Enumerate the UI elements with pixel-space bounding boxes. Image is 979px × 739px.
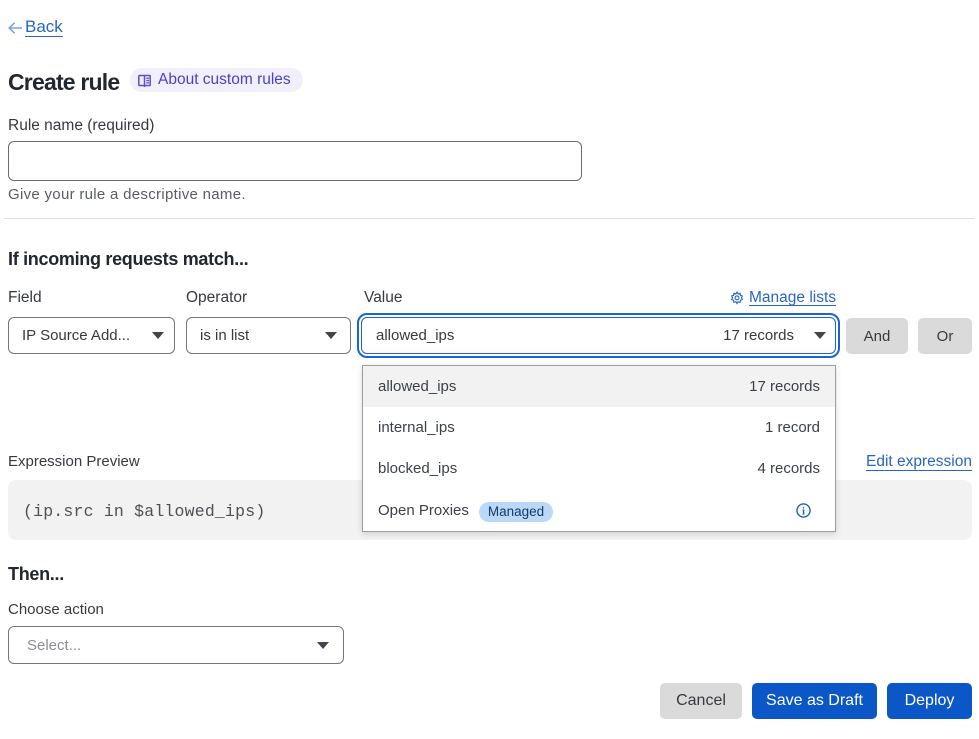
svg-text:i: i [802, 505, 805, 517]
